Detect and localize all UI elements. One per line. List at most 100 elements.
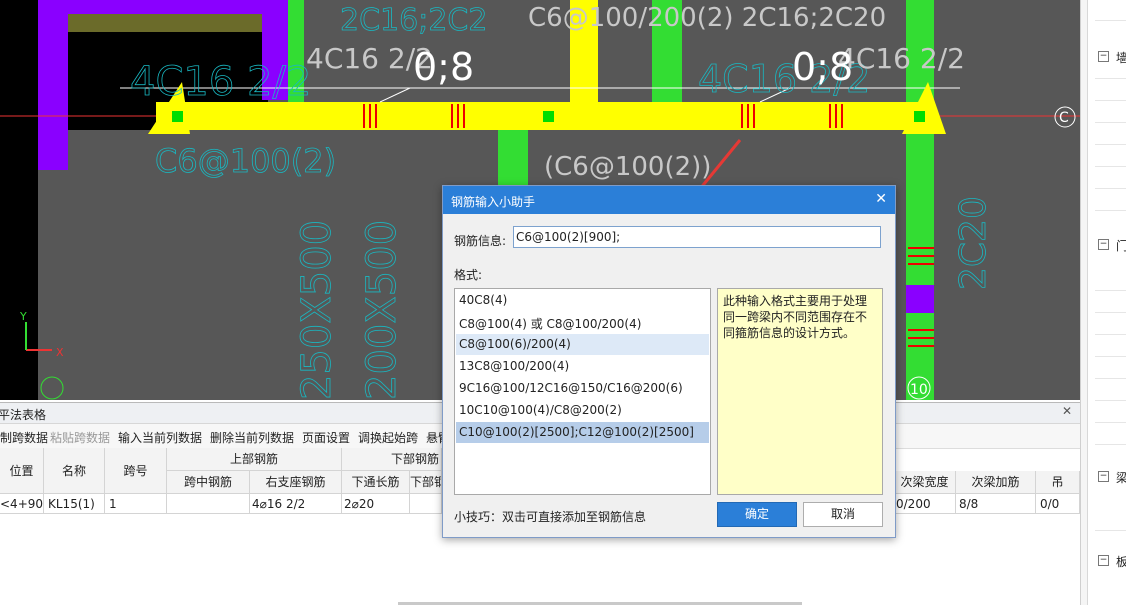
axis-c-label: C — [1059, 110, 1069, 126]
axis-x-label: X — [56, 346, 64, 359]
dialog-title: 钢筋输入小助手 — [451, 195, 536, 209]
tree-divider — [1095, 166, 1126, 167]
beam-label-right: 0;8 — [792, 45, 853, 89]
tree-divider — [1095, 444, 1126, 445]
format-option[interactable]: C8@100(6)/200(4) — [456, 334, 709, 355]
tree-node-label: 门 — [1116, 239, 1126, 253]
tree-node-label: 板 — [1116, 555, 1126, 569]
ok-button[interactable]: 确定 — [717, 502, 797, 527]
col-header-right-support: 右支座钢筋 — [250, 471, 342, 494]
grip-point-1[interactable] — [172, 111, 183, 122]
cell-sub-add[interactable]: 8/8 — [956, 494, 1036, 514]
cell-right-support[interactable]: 4⌀16 2/2 — [250, 494, 342, 514]
dialog-titlebar: 钢筋输入小助手 ✕ — [443, 186, 895, 214]
tree-divider — [1095, 100, 1126, 101]
cad-text-4c16-d: 4C16 2/2 — [838, 42, 965, 75]
axis-10-label: 10 — [910, 382, 928, 398]
tip-text: 小技巧：双击可直接添加至钢筋信息 — [454, 510, 647, 524]
format-description: 此种输入格式主要用于处理同一跨梁内不同范围存在不同箍筋信息的设计方式。 — [717, 288, 883, 495]
axis-circle-bottom — [40, 376, 64, 400]
tree-node-label: 梁 — [1116, 471, 1126, 485]
col-header-sub-width: 次梁宽度 — [894, 471, 956, 494]
format-list[interactable]: 40C8(4) C8@100(4) 或 C8@100/200(4) C8@100… — [454, 288, 711, 495]
collapse-icon[interactable]: − — [1098, 239, 1109, 250]
tree-node-wall[interactable]: − 墙 — [1098, 50, 1126, 65]
col-header-bottom-rebar: 下部钢筋 — [410, 471, 442, 494]
grip-point-3[interactable] — [914, 111, 925, 122]
rebar-info-label: 钢筋信息: — [454, 234, 507, 248]
format-option[interactable]: 10C10@100(4)/C8@200(2) — [456, 400, 709, 421]
grip-point-2[interactable] — [543, 111, 554, 122]
tree-divider — [1095, 530, 1126, 531]
tree-divider — [1095, 210, 1126, 211]
tree-divider — [1095, 422, 1126, 423]
tree-divider — [1095, 356, 1126, 357]
collapse-icon[interactable]: − — [1098, 555, 1109, 566]
format-option[interactable]: 13C8@100/200(4) — [456, 356, 709, 377]
close-icon[interactable]: ✕ — [875, 191, 887, 207]
format-option[interactable]: C8@100(4) 或 C8@100/200(4) — [456, 312, 709, 333]
group-header-bottom: 下部钢筋 — [342, 448, 442, 471]
tree-divider — [1095, 312, 1126, 313]
cell-sub-width[interactable]: 0/200 — [894, 494, 956, 514]
rebar-input-dialog: 钢筋输入小助手 ✕ 钢筋信息: C6@100(2)[900]; 格式: 40C8… — [442, 185, 896, 538]
cad-text-vert-left2: 200X500 — [359, 220, 405, 400]
cell-bottom-rebar[interactable] — [410, 494, 442, 514]
format-option[interactable]: C10@100(2)[2500];C12@100(2)[2500] — [456, 422, 709, 443]
group-header-top: 上部钢筋 — [167, 448, 342, 471]
cell-name[interactable]: KL15(1) — [44, 494, 105, 514]
tree-divider — [1095, 378, 1126, 379]
tree-divider — [1095, 20, 1126, 21]
swap-start-span-button[interactable]: 调换起始跨 — [358, 429, 418, 446]
tree-node-slab[interactable]: − 板 — [1098, 554, 1126, 569]
cancel-button[interactable]: 取消 — [803, 502, 883, 527]
cad-text-vert-right: 2C20 — [953, 196, 994, 290]
format-option[interactable]: 40C8(4) — [456, 290, 709, 311]
tree-divider — [1095, 290, 1126, 291]
col-header-span: 跨号 — [105, 448, 167, 494]
tree-node-beam[interactable]: − 梁 — [1098, 470, 1126, 485]
collapse-icon[interactable]: − — [1098, 471, 1109, 482]
leader-left — [379, 87, 411, 103]
tree-divider — [1095, 400, 1126, 401]
tree-divider — [1095, 78, 1126, 79]
black-strip — [0, 0, 38, 400]
cell-mid-rebar[interactable] — [167, 494, 250, 514]
cell-hang[interactable]: 0/0 — [1036, 494, 1080, 514]
tree-node-label: 墙 — [1116, 51, 1126, 65]
col-header-hang: 吊 — [1036, 471, 1080, 494]
tree-divider — [1095, 144, 1126, 145]
close-icon[interactable]: ✕ — [1062, 404, 1072, 418]
format-label: 格式: — [454, 268, 483, 282]
col-header-sub-add: 次梁加筋 — [956, 471, 1036, 494]
input-column-button[interactable]: 输入当前列数据 — [118, 429, 202, 446]
rebar-info-input[interactable]: C6@100(2)[900]; — [513, 226, 881, 248]
page-setup-button[interactable]: 页面设置 — [302, 429, 350, 446]
beam-label-left: 0;8 — [413, 45, 474, 89]
olive-band — [68, 14, 268, 32]
tree-divider — [1095, 188, 1126, 189]
paste-span-button[interactable]: 粘贴跨数据 — [50, 429, 110, 446]
cell-position[interactable]: <4+90... — [0, 494, 44, 514]
delete-column-button[interactable]: 删除当前列数据 — [210, 429, 294, 446]
cad-text-c6-left: C6@100(2) — [155, 142, 336, 180]
purple-node — [906, 285, 934, 313]
cell-span[interactable]: 1 — [105, 494, 167, 514]
tree-divider — [1095, 122, 1126, 123]
col-header-mid: 跨中钢筋 — [167, 471, 250, 494]
cad-text-c6-paren: (C6@100(2)) — [544, 152, 711, 182]
cad-text-4c16-a: 4C16 2/2 — [130, 59, 311, 105]
component-tree — [1087, 0, 1126, 605]
axis-y-label: Y — [19, 310, 27, 323]
cell-bottom-through[interactable]: 2⌀20 — [342, 494, 410, 514]
component-tree-panel — [1080, 0, 1126, 605]
format-option[interactable]: 9C16@100/12C16@150/C16@200(6) — [456, 378, 709, 399]
col-header-bottom-through: 下通长筋 — [342, 471, 410, 494]
col-header-position: 位置 — [0, 448, 44, 494]
cad-text-topleft: 2C16;2C2 — [340, 3, 487, 38]
collapse-icon[interactable]: − — [1098, 51, 1109, 62]
copy-span-button[interactable]: 复制跨数据 — [0, 429, 48, 446]
tree-node-door[interactable]: − 门 — [1098, 238, 1126, 253]
panel-title: 平法表格 — [0, 408, 47, 422]
cad-text-top: C6@100/200(2) 2C16;2C20 — [528, 3, 886, 33]
